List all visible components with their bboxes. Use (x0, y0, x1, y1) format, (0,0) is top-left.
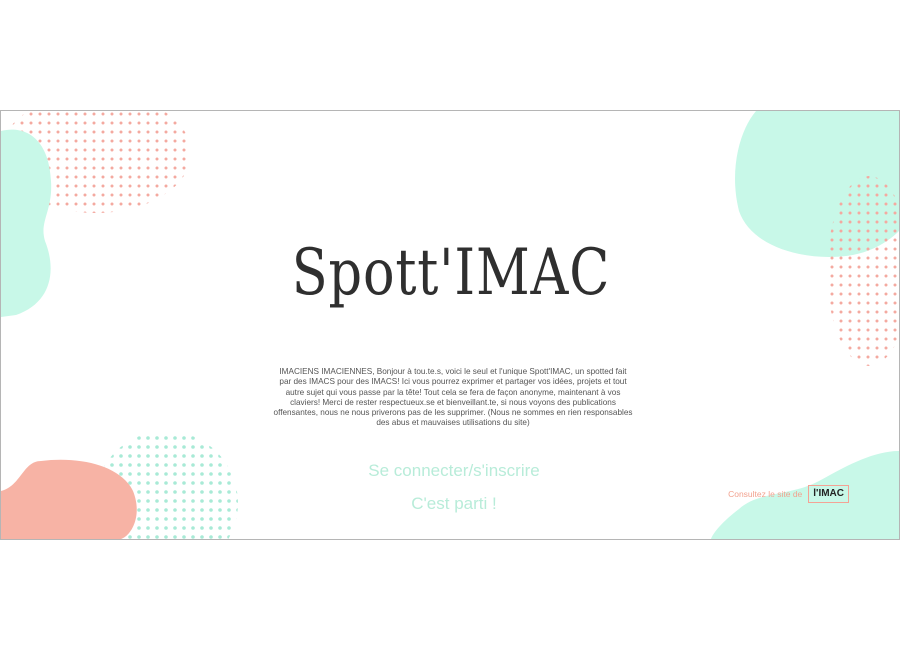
start-button[interactable]: C'est parti ! (301, 494, 607, 514)
imac-link-prefix: Consultez le site de (728, 489, 803, 499)
landing-frame: Spott'IMAC IMACIENS IMACIENNES, Bonjour … (0, 110, 900, 540)
login-signup-button[interactable]: Se connecter/s'inscrire (301, 461, 607, 481)
imac-logo[interactable]: l'IMAC (808, 485, 849, 503)
imac-site-link[interactable]: Consultez le site de l'IMAC (728, 485, 849, 503)
mint-blob-top-left (1, 129, 52, 317)
welcome-description: IMACIENS IMACIENNES, Bonjour à tou.te.s,… (273, 367, 633, 428)
app-title: Spott'IMAC (291, 236, 611, 310)
